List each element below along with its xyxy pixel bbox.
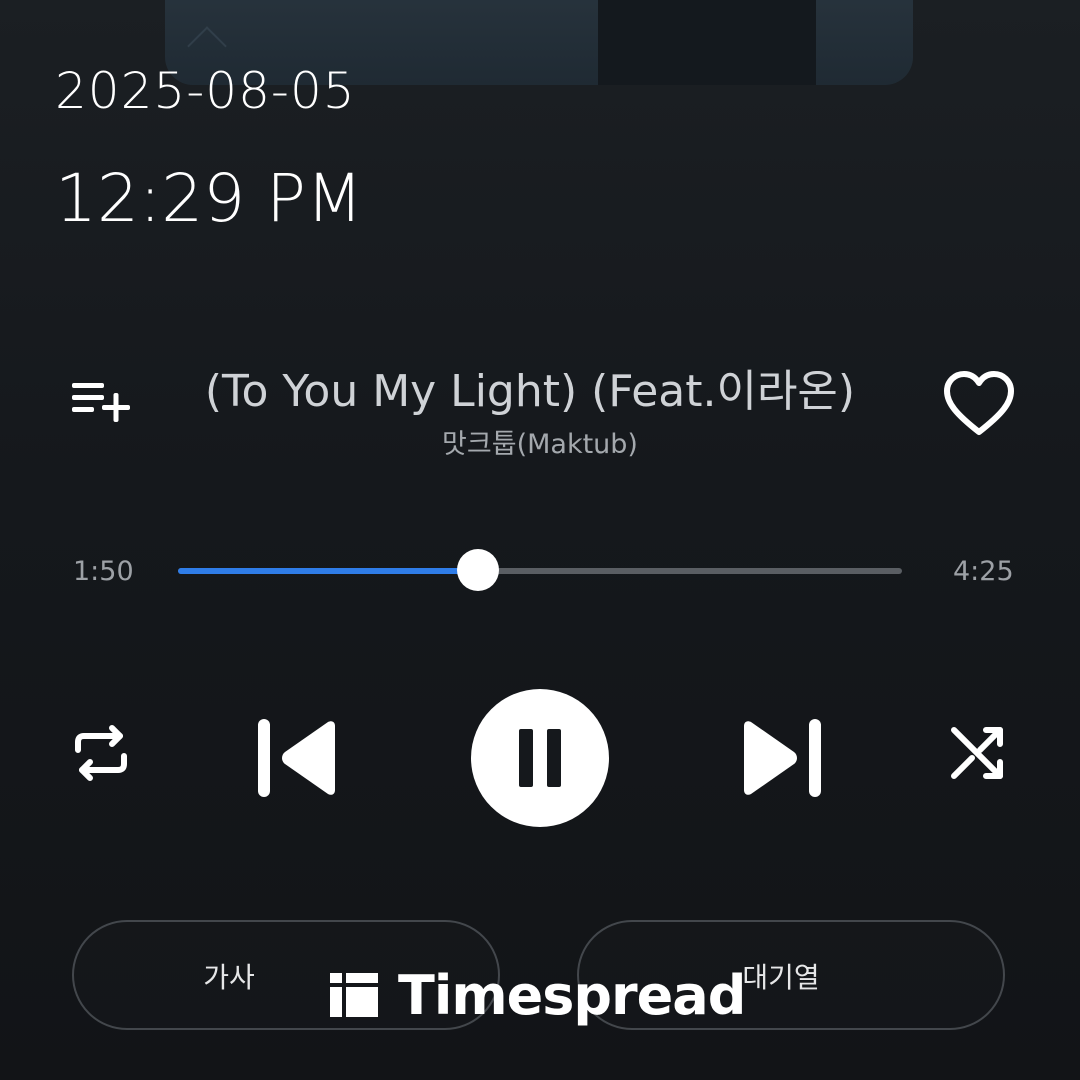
status-time: 12:29 PM bbox=[55, 160, 363, 237]
album-art-figure bbox=[598, 0, 816, 85]
skip-previous-icon[interactable] bbox=[255, 716, 341, 800]
track-title: (To You My Light) (Feat.이라온) bbox=[204, 366, 856, 417]
track-artist[interactable]: 맛크툽(Maktub) bbox=[340, 422, 740, 461]
watermark: Timespread bbox=[330, 963, 746, 1027]
progress-fill bbox=[178, 568, 479, 574]
repeat-icon[interactable] bbox=[72, 724, 130, 782]
total-time: 4:25 bbox=[953, 556, 1014, 587]
elapsed-time: 1:50 bbox=[73, 556, 134, 587]
shuffle-icon[interactable] bbox=[950, 724, 1008, 782]
heart-icon[interactable] bbox=[942, 370, 1016, 438]
progress-thumb[interactable] bbox=[457, 549, 500, 591]
album-art-logo-mark bbox=[187, 26, 227, 66]
timespread-logo-icon bbox=[330, 973, 378, 1017]
watermark-text: Timespread bbox=[398, 963, 746, 1027]
pause-icon[interactable] bbox=[470, 688, 610, 828]
playlist-add-icon[interactable] bbox=[70, 380, 132, 426]
skip-next-icon[interactable] bbox=[738, 716, 824, 800]
progress-slider[interactable] bbox=[178, 549, 902, 591]
status-date: 2025-08-05 bbox=[55, 62, 356, 120]
